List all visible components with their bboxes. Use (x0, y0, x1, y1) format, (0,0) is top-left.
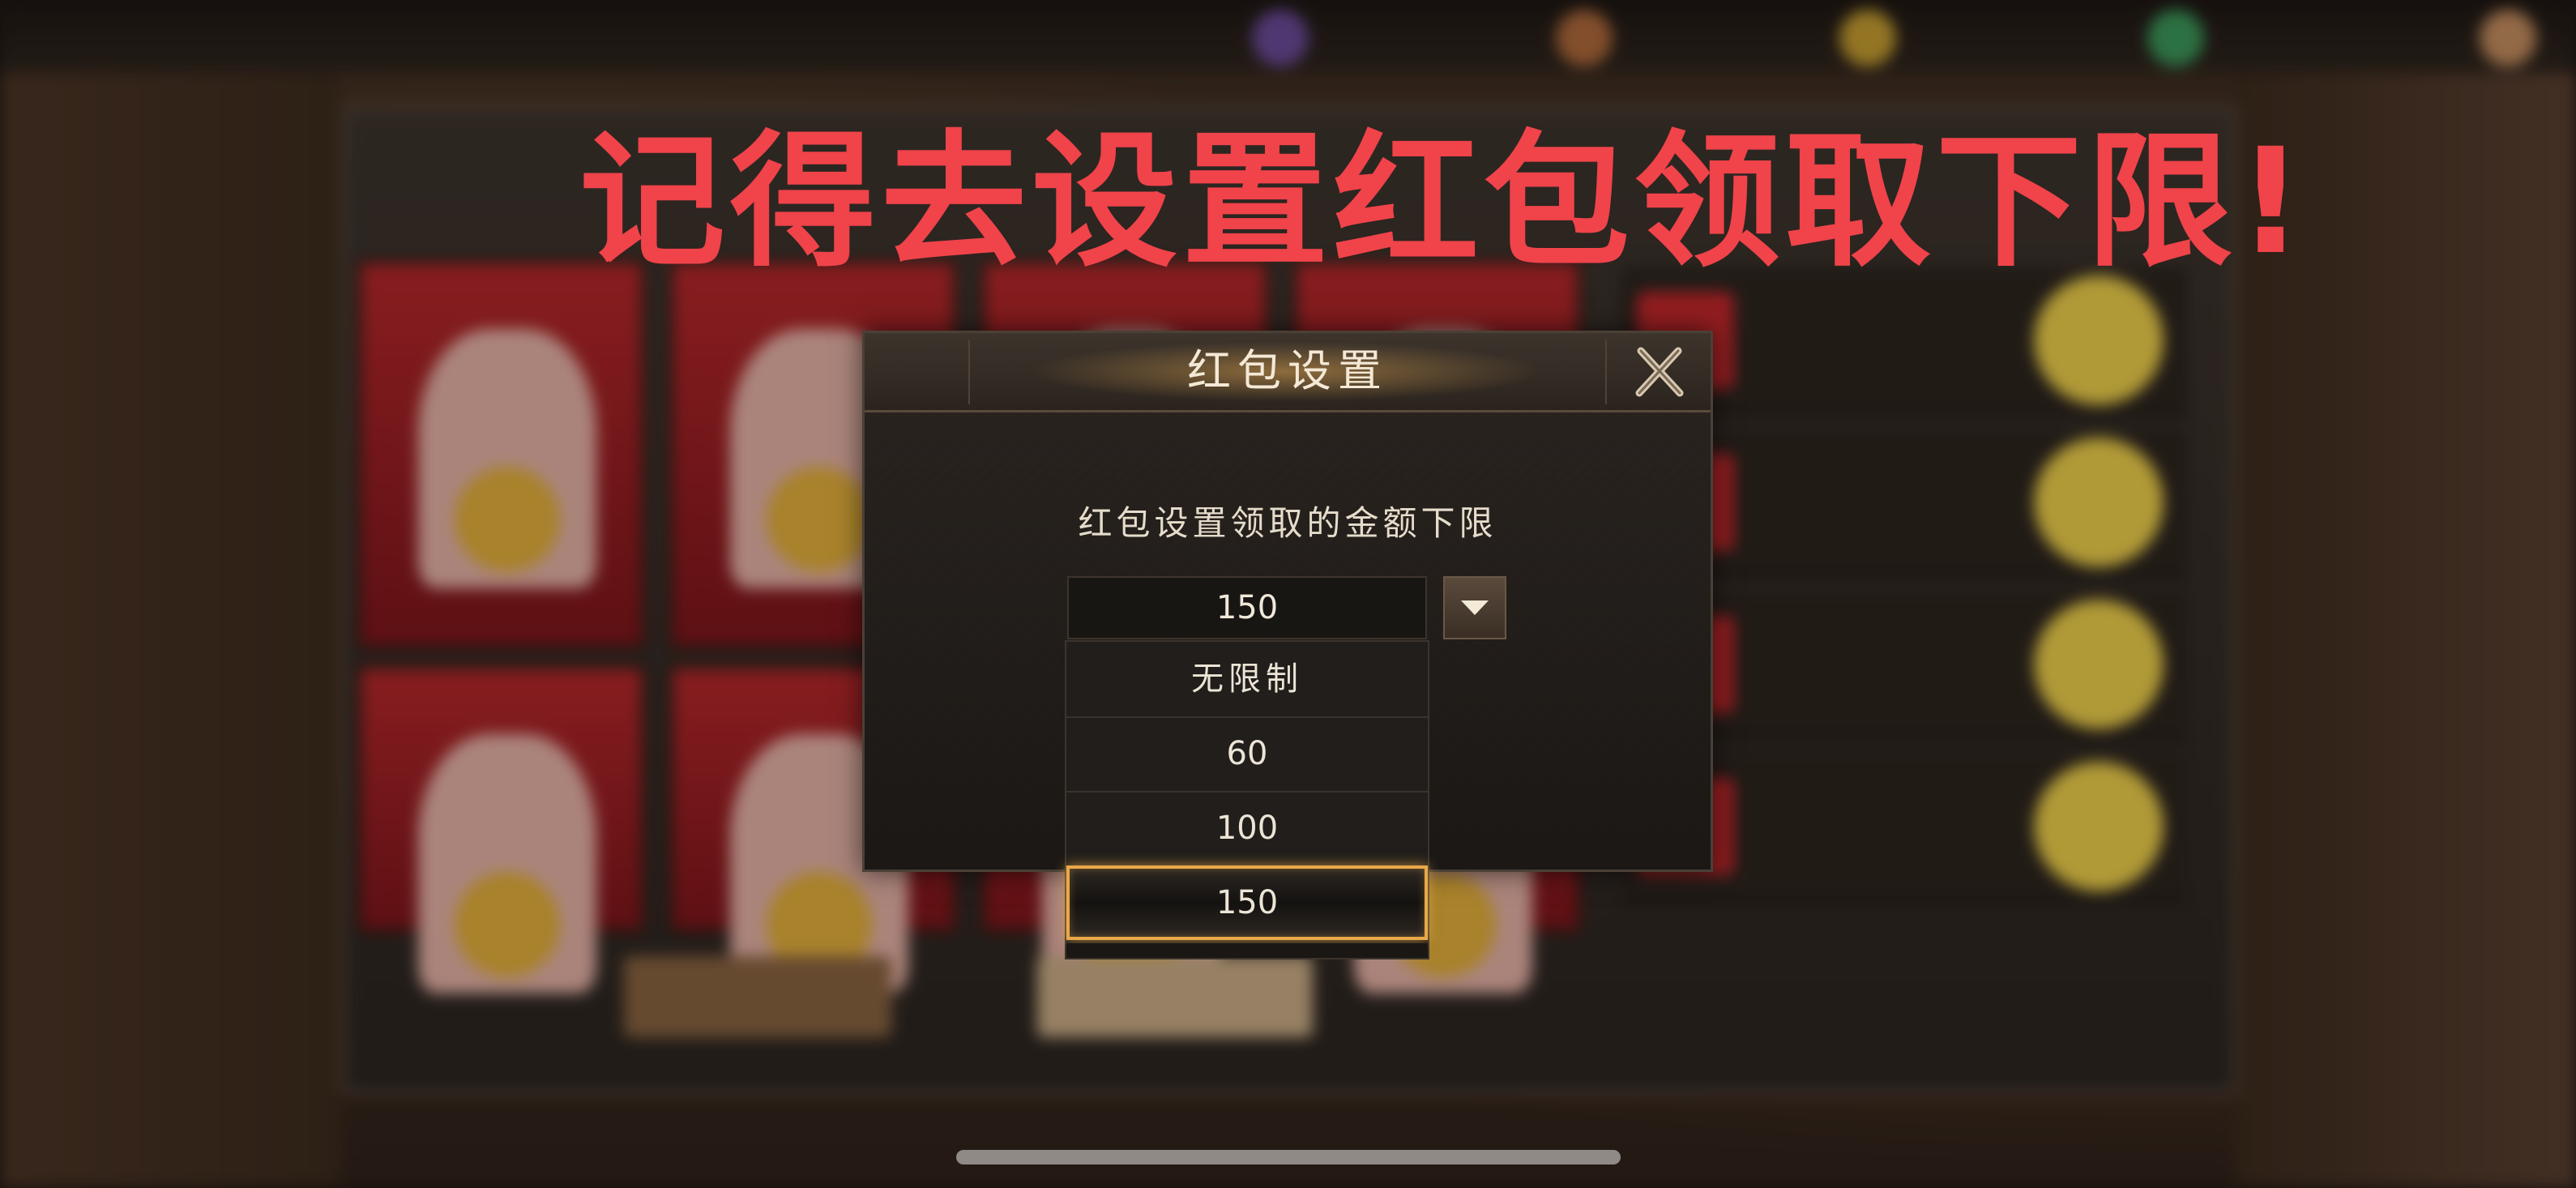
dropdown-list-end (1066, 943, 1428, 958)
overlay-headline: 记得去设置红包领取下限! (579, 118, 2309, 287)
dropdown-option-150-selected[interactable]: 150 (1066, 865, 1428, 940)
close-button[interactable] (1623, 340, 1696, 404)
home-indicator-bar[interactable] (956, 1150, 1621, 1164)
threshold-select[interactable]: 150 (1067, 576, 1427, 639)
dropdown-option-100[interactable]: 100 (1066, 791, 1428, 867)
threshold-dropdown-list: 无限制 60 100 150 (1065, 640, 1429, 959)
game-screen: 记得去设置红包领取下限! 红包设置 红包设置领取的金额下限 150 无限制 60… (0, 0, 2576, 1188)
threshold-prompt: 红包设置领取的金额下限 (1078, 503, 1497, 543)
chevron-down-icon (1445, 578, 1505, 638)
dialog-title: 红包设置 (1187, 345, 1388, 396)
dropdown-option-60[interactable]: 60 (1066, 716, 1428, 793)
dialog-header: 红包设置 (865, 333, 1711, 412)
dropdown-option-unlimited[interactable]: 无限制 (1066, 642, 1428, 718)
dropdown-toggle-button[interactable] (1443, 576, 1506, 639)
close-icon (1623, 347, 1696, 408)
